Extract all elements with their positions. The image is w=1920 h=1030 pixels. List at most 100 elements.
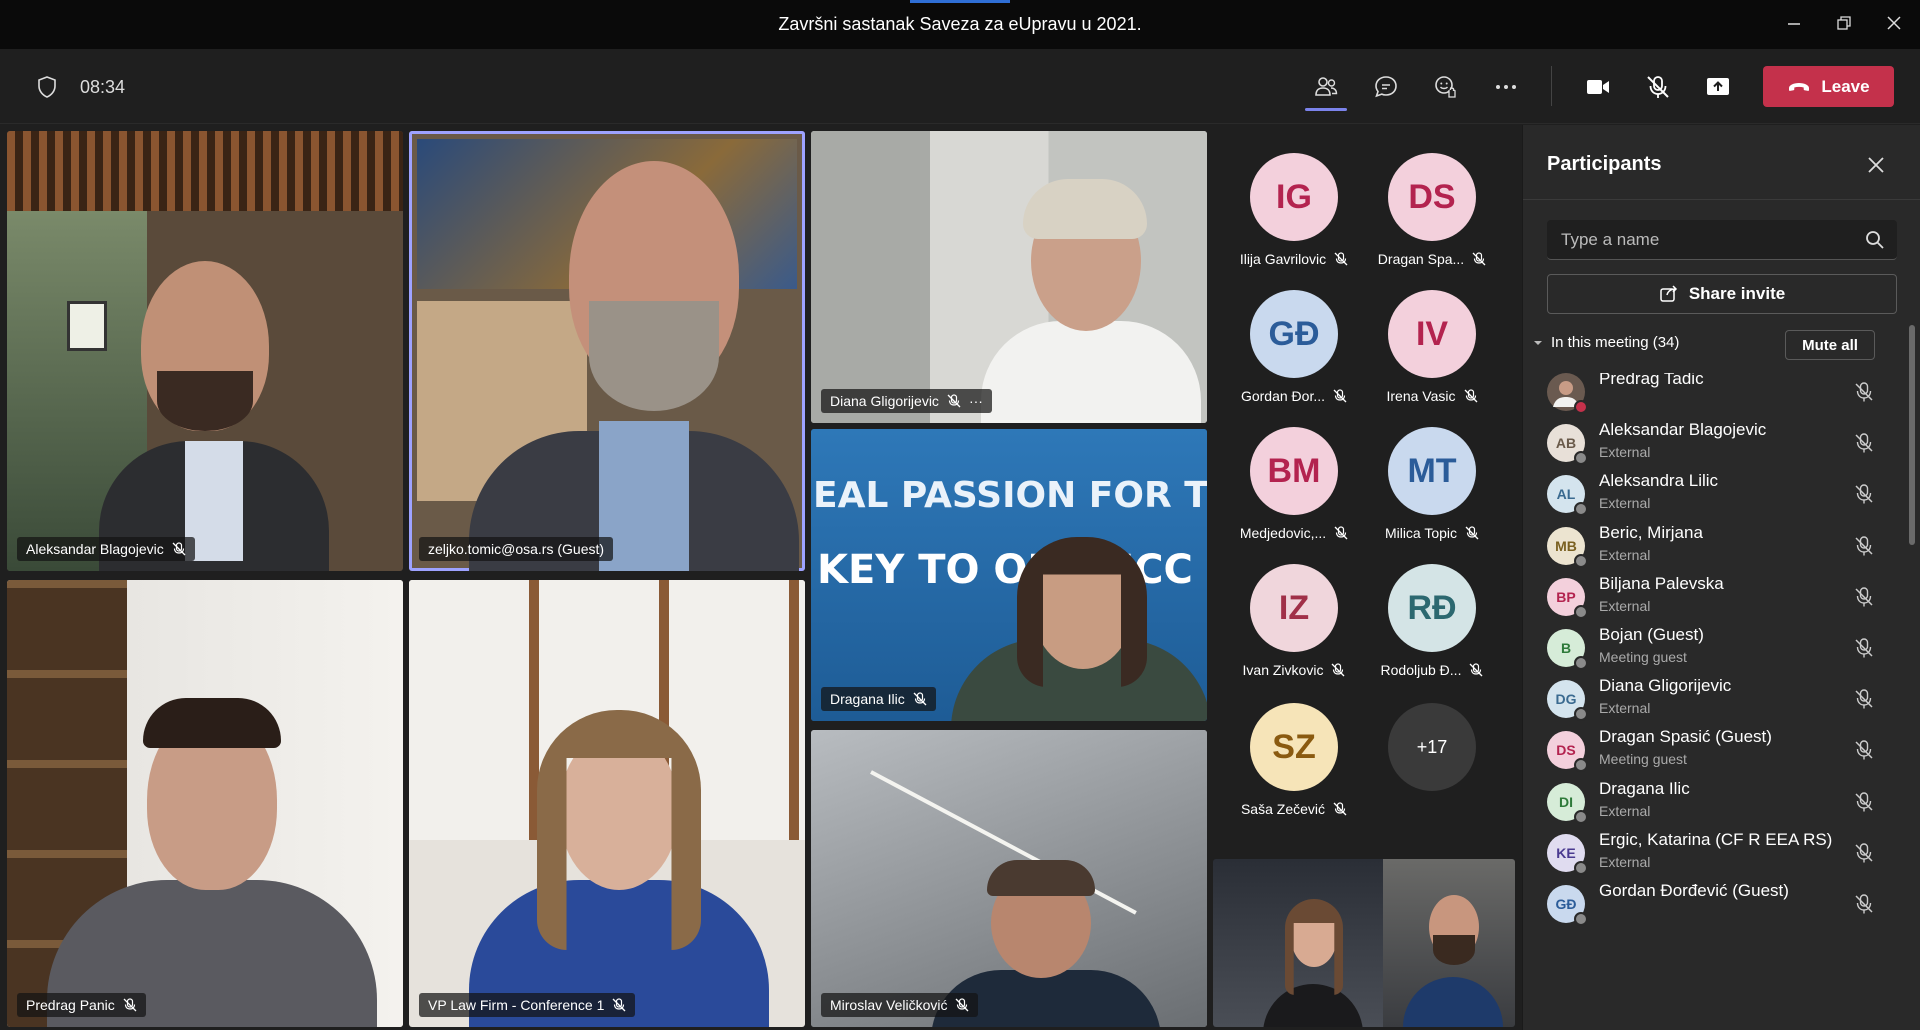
tile-name-label: Diana Gligorijevic ··· <box>821 389 992 413</box>
mic-off-icon[interactable] <box>1853 842 1875 864</box>
participant-search-input[interactable] <box>1561 220 1861 260</box>
avatar-tile[interactable]: RĐ Rodoljub Đ... <box>1367 564 1497 699</box>
tile-name-label: Dragana Ilic <box>821 687 936 711</box>
camera-icon <box>1587 80 1609 94</box>
share-icon <box>1660 285 1677 302</box>
chat-button[interactable] <box>1366 67 1406 107</box>
mic-off-icon[interactable] <box>1853 586 1875 608</box>
mic-off-icon[interactable] <box>1853 791 1875 813</box>
video-tile-vp-law-firm[interactable]: VP Law Firm - Conference 1 <box>409 580 805 1027</box>
mic-off-icon[interactable] <box>1853 535 1875 557</box>
share-invite-button[interactable]: Share invite <box>1547 274 1897 314</box>
meeting-toolbar: 08:34 <box>0 49 1920 124</box>
tile-name-label: zeljko.tomic@osa.rs (Guest) <box>419 537 614 561</box>
close-panel-icon[interactable] <box>1863 152 1889 178</box>
participant-role: Meeting guest <box>1599 751 1687 768</box>
avatar-initials: IG <box>1250 153 1338 241</box>
person-hair <box>987 860 1095 896</box>
video-tile-miroslav-velickovic[interactable]: Miroslav Veličković <box>811 730 1207 1027</box>
video-tile-diana-gligorijevic[interactable]: Diana Gligorijevic ··· <box>811 131 1207 423</box>
avatar-tile[interactable]: IZ Ivan Zivkovic <box>1229 564 1359 699</box>
window-title: Završni sastanak Saveza za eUpravu u 202… <box>778 14 1142 34</box>
mic-off-icon <box>947 394 961 408</box>
participant-name: Biljana Palevska <box>1599 573 1724 593</box>
avatar-tile[interactable]: GĐ Gordan Đor... <box>1229 290 1359 425</box>
mic-off-icon[interactable] <box>1853 432 1875 454</box>
leave-button[interactable]: Leave <box>1763 66 1894 107</box>
participant-avatar: GĐ <box>1547 885 1588 926</box>
mic-off-icon[interactable] <box>1853 739 1875 761</box>
shield-icon <box>38 76 56 98</box>
reactions-button[interactable] <box>1426 67 1466 107</box>
avatar-name: Dragan Spa... <box>1377 251 1465 267</box>
title-bar: Završni sastanak Saveza za eUpravu u 202… <box>0 0 1920 49</box>
avatar-name: Rodoljub Đ... <box>1380 662 1462 678</box>
mic-off-icon <box>1464 389 1477 403</box>
close-window-icon[interactable] <box>1874 8 1914 38</box>
avatar-tile[interactable]: DS Dragan Spa... <box>1367 153 1497 288</box>
participants-button[interactable] <box>1306 67 1346 107</box>
video-tile-predrag-panic[interactable]: Predrag Panic <box>7 580 403 1027</box>
search-box <box>1547 220 1897 260</box>
participant-avatar: BP <box>1547 577 1588 619</box>
avatar-tile[interactable]: BM Medjedovic,... <box>1229 427 1359 562</box>
mute-all-button[interactable]: Mute all <box>1785 330 1875 360</box>
presence-status <box>1574 912 1588 926</box>
mic-off-icon[interactable] <box>1853 893 1875 915</box>
search-icon[interactable] <box>1865 230 1885 250</box>
avatar-tile[interactable]: SZ Saša Zečević <box>1229 703 1359 838</box>
self-view-tile[interactable] <box>1213 859 1515 1027</box>
participant-initials: AB <box>1555 435 1577 452</box>
minimize-icon[interactable] <box>1774 8 1814 38</box>
participant-avatar: B <box>1547 629 1588 670</box>
participant-avatar: MB <box>1547 526 1588 568</box>
participant-name: Aleksandar Blagojevic <box>1599 420 1767 440</box>
avatar-initials: GĐ <box>1250 290 1338 378</box>
avatar-initials: DS <box>1388 153 1476 241</box>
participant-initials: KE <box>1556 844 1576 861</box>
participant-role: External <box>1599 444 1651 461</box>
video-tile-aleksandar-blagojevic[interactable]: Aleksandar Blagojevic <box>7 131 403 571</box>
avatar-name: Ivan Zivkovic <box>1242 662 1324 678</box>
person-right-beard <box>1433 935 1475 965</box>
mic-off-icon <box>956 998 969 1012</box>
banner-text-top: EAL PASSION FOR T <box>813 475 1207 516</box>
more-actions-button[interactable] <box>1486 67 1526 107</box>
participant-avatar: AB <box>1547 424 1588 466</box>
avatar-initials: RĐ <box>1388 564 1476 652</box>
person-beard <box>589 301 719 411</box>
video-tile-dragana-ilic[interactable]: EAL PASSION FOR T KEY TO OU UCC Dragana … <box>811 429 1207 721</box>
overflow-count: +17 <box>1388 703 1476 791</box>
camera-button[interactable] <box>1578 67 1618 107</box>
avatar-name-label: Ilija Gavrilovic <box>1229 251 1359 267</box>
microphone-button[interactable] <box>1638 67 1678 107</box>
participant-role: External <box>1599 546 1651 563</box>
video-tile-zeljko-tomic[interactable]: zeljko.tomic@osa.rs (Guest) <box>409 131 805 571</box>
avatar-tile[interactable]: MT Milica Topic <box>1367 427 1497 562</box>
participant-name: Ergic, Katarina (CF R EEA RS) <box>1599 829 1833 849</box>
mic-off-icon[interactable] <box>1853 637 1875 659</box>
overflow-participants-tile[interactable]: +17 <box>1367 703 1497 838</box>
panel-scrollbar[interactable] <box>1909 325 1915 545</box>
avatar-name: Milica Topic <box>1384 525 1458 541</box>
restore-icon[interactable] <box>1824 8 1864 38</box>
tile-name-label: Aleksandar Blagojevic <box>17 537 195 561</box>
participant-row[interactable]: GĐ Gordan Đorđević (Guest) <box>1523 873 1903 935</box>
avatar-initials: BM <box>1250 427 1338 515</box>
mic-off-icon[interactable] <box>1853 381 1875 403</box>
mic-off-icon <box>172 542 186 556</box>
mic-off-icon[interactable] <box>1853 483 1875 505</box>
in-meeting-section-toggle[interactable]: In this meeting (34) <box>1533 334 1679 351</box>
share-invite-label: Share invite <box>1688 284 1786 303</box>
hand-icon <box>1435 76 1456 98</box>
participant-name: Dragana Ilic <box>1599 778 1690 798</box>
mic-off-icon <box>1331 663 1345 677</box>
mic-off-icon[interactable] <box>1853 688 1875 710</box>
avatar-tile[interactable]: IG Ilija Gavrilovic <box>1229 153 1359 288</box>
share-screen-button[interactable] <box>1698 67 1738 107</box>
mic-off-icon <box>913 692 927 706</box>
tile-more-options[interactable]: ··· <box>969 393 983 409</box>
participant-avatar: DG <box>1547 680 1588 722</box>
participant-name: Predrag Tadic <box>1599 373 1704 388</box>
avatar-tile[interactable]: IV Irena Vasic <box>1367 290 1497 425</box>
